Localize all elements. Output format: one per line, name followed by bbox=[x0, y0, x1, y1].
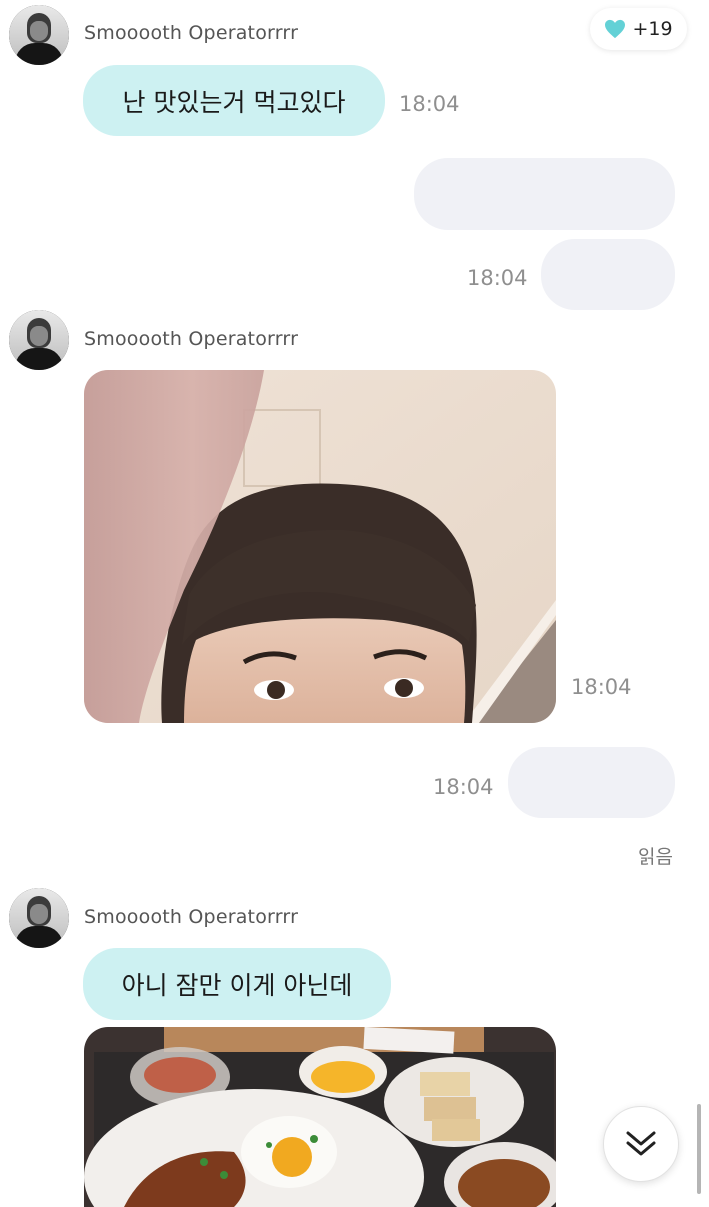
selfie-photo[interactable] bbox=[84, 370, 556, 723]
outgoing-message-bubble[interactable] bbox=[508, 747, 675, 818]
sender-name: Smooooth Operatorrrr bbox=[84, 22, 299, 44]
outgoing-message-bubble[interactable] bbox=[414, 158, 675, 230]
message-time: 18:04 bbox=[467, 266, 528, 290]
scrollbar-thumb[interactable] bbox=[697, 1104, 701, 1194]
food-image bbox=[84, 1027, 556, 1207]
selfie-image bbox=[84, 370, 556, 723]
read-status: 읽음 bbox=[638, 846, 673, 868]
sender-avatar[interactable] bbox=[9, 310, 69, 370]
double-chevron-down-icon bbox=[626, 1131, 656, 1156]
sender-name: Smooooth Operatorrrr bbox=[84, 906, 299, 928]
sender-avatar[interactable] bbox=[9, 5, 69, 65]
message-time: 18:04 bbox=[399, 92, 460, 116]
outgoing-message-bubble[interactable] bbox=[541, 239, 675, 310]
heart-icon bbox=[605, 19, 626, 39]
food-photo[interactable] bbox=[84, 1027, 556, 1207]
message-time: 18:04 bbox=[433, 775, 494, 799]
sender-avatar[interactable] bbox=[9, 888, 69, 948]
message-text: 아니 잠만 이게 아닌데 bbox=[121, 971, 353, 1000]
sender-name: Smooooth Operatorrrr bbox=[84, 328, 299, 350]
message-bubble[interactable]: 난 맛있는거 먹고있다 bbox=[83, 65, 385, 136]
scroll-to-bottom-button[interactable] bbox=[603, 1106, 679, 1182]
reaction-count: +19 bbox=[632, 18, 673, 40]
reaction-badge[interactable]: +19 bbox=[590, 8, 687, 50]
message-text: 난 맛있는거 먹고있다 bbox=[122, 87, 346, 117]
message-time: 18:04 bbox=[571, 675, 632, 699]
message-bubble[interactable]: 아니 잠만 이게 아닌데 bbox=[83, 948, 391, 1020]
